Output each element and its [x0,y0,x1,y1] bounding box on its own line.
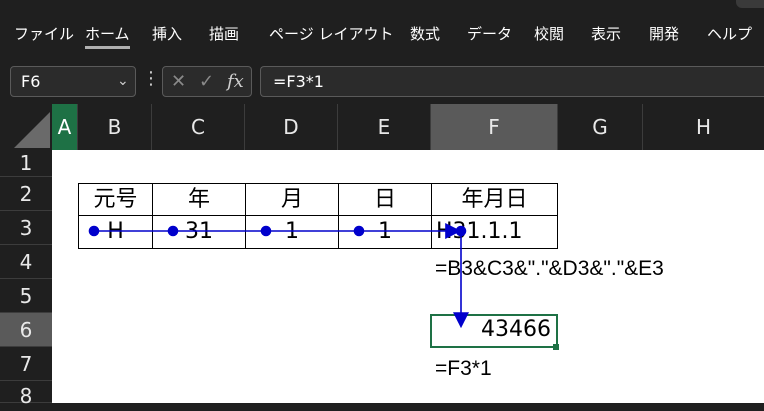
cell-c3[interactable]: 31 [152,215,246,249]
ribbon: ファイル ホーム 挿入 描画 ページ レイアウト 数式 データ 校閲 表示 開発… [0,0,764,60]
column-header-h[interactable]: H [643,104,764,150]
tab-insert[interactable]: 挿入 [152,22,182,46]
formula-note-f7: =F3*1 [435,357,492,380]
tab-developer[interactable]: 開発 [649,22,679,46]
confirm-icon[interactable]: ✓ [199,71,214,92]
row-header-1[interactable]: 1 [0,150,52,177]
cell-f3[interactable]: H31.1.1 [431,215,558,249]
column-header-d[interactable]: D [245,104,338,150]
name-box[interactable]: F6 ⌄ [10,66,136,97]
tab-formulas[interactable]: 数式 [410,22,440,46]
row-header-7[interactable]: 7 [0,347,52,381]
cell-e2[interactable]: 日 [338,183,432,216]
tab-home[interactable]: ホーム [85,22,130,49]
tab-review[interactable]: 校閲 [534,22,564,46]
cell-b2[interactable]: 元号 [78,183,153,216]
cell-c2[interactable]: 年 [152,183,246,216]
insert-function-icon[interactable]: fx [227,71,244,92]
tab-data[interactable]: データ [467,22,512,46]
tab-draw[interactable]: 描画 [209,22,239,46]
row-header-6[interactable]: 6 [0,313,52,347]
formula-text: =F3*1 [273,72,324,91]
row-header-2[interactable]: 2 [0,177,52,211]
row-header-8[interactable]: 8 [0,381,52,408]
tab-file[interactable]: ファイル [14,22,74,46]
select-all-corner[interactable] [0,104,52,150]
column-header-f[interactable]: F [431,104,558,150]
more-options-icon[interactable]: ⋮ [142,68,160,89]
column-header-b[interactable]: B [78,104,152,150]
column-header-e[interactable]: E [338,104,431,150]
cell-f2[interactable]: 年月日 [431,183,558,216]
row-header-3[interactable]: 3 [0,211,52,245]
cell-e3[interactable]: 1 [338,215,432,249]
cell-d2[interactable]: 月 [245,183,339,216]
column-header-a[interactable]: A [52,104,78,150]
tab-view[interactable]: 表示 [591,22,621,46]
fill-handle[interactable] [553,344,559,350]
formula-buttons: ✕ ✓ fx [162,66,252,97]
window-control-strip [736,0,764,8]
column-header-c[interactable]: C [152,104,245,150]
chevron-down-icon[interactable]: ⌄ [117,73,129,89]
cell-d3[interactable]: 1 [245,215,339,249]
row-header-5[interactable]: 5 [0,279,52,313]
tab-page-layout[interactable]: ページ レイアウト [269,22,393,46]
column-header-g[interactable]: G [558,104,643,150]
name-box-value: F6 [21,72,41,91]
cell-f6-value: 43466 [481,317,551,342]
formula-input[interactable]: =F3*1 [260,66,764,97]
row-header-4[interactable]: 4 [0,245,52,279]
tab-help[interactable]: ヘルプ [707,22,752,46]
cancel-icon[interactable]: ✕ [171,71,186,92]
formula-note-f4: =B3&C3&"."&D3&"."&E3 [435,257,664,280]
cell-b3[interactable]: H [78,215,153,249]
